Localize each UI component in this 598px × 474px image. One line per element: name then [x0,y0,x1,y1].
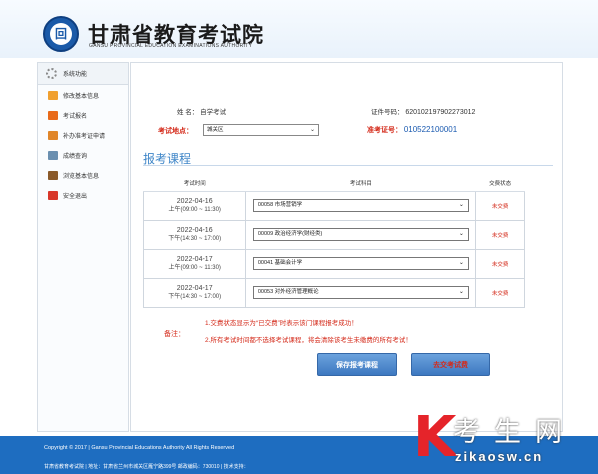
chevron-down-icon: ⌄ [458,202,464,208]
id-row: 证件号码： 620102197902273012 [371,106,475,116]
edit-icon [48,90,58,100]
id-label: 证件号码： [371,109,404,116]
subject-select[interactable]: 00009 政治经济学(财经类) ⌄ [252,228,469,241]
watermark-text: 考生网 [453,417,576,448]
sidebar-item-edit-info[interactable]: 修改基本信息 [38,85,128,105]
subject-select[interactable]: 00053 对外经济管理概论 ⌄ [252,286,469,299]
payment-status: 未交费 [475,248,525,279]
info-icon [48,170,58,180]
main-panel: 姓 名： 自学考试 证件号码： 620102197902273012 考试地点：… [130,62,563,432]
sidebar-heading: 系统功能 [38,63,128,85]
sidebar-item-reissue-card[interactable]: 补办准考证申请 [38,125,128,145]
ticket-value: 010522100001 [403,125,458,134]
table-header-row: 考试时间 考试科目 交费状态 [143,175,525,192]
watermark-logo: K 考生网 zikaosw.cn [413,408,598,474]
notes-label: 备注： [164,331,185,338]
column-header: 交费状态 [475,175,525,192]
exam-time: 2022-04-16 上午(09:00 ~ 11:30) [142,190,247,221]
pay-fee-button[interactable]: 去交考试费 [411,353,490,376]
table-row: 2022-04-17 上午(09:00 ~ 11:30) 00041 基础会计学… [142,248,525,279]
section-divider [143,165,553,166]
id-value: 620102197902273012 [405,109,476,116]
site-subtitle: GANSU PROVINCIAL EDUCATION EXAMINATIONS … [89,43,253,49]
sidebar-item-score[interactable]: 成绩查询 [38,145,128,165]
copyright-text: Copyright © 2017 | Gansu Provincial Educ… [44,445,235,451]
sidebar-item-logout[interactable]: 安全退出 [38,185,128,205]
note-line-2: 2.所有考试时间都不选择考试课程，将会清除该考生未缴费的所有考试！ [205,337,412,344]
ticket-label: 准考证号： [367,127,402,134]
watermark-k-icon: K [413,405,457,470]
site-header: 回 甘肃省教育考试院 GANSU PROVINCIAL EDUCATION EX… [0,0,598,58]
exam-table: 考试时间 考试科目 交费状态 2022-04-16 上午(09:00 ~ 11:… [142,175,525,308]
footer-info: 甘肃省教育考试院 | 地址：甘肃省兰州市城关区雁宁路399号 邮政编码：7300… [44,464,249,470]
sidebar-item-browse-info[interactable]: 浏览基本信息 [38,165,128,185]
location-label: 考试地点： [158,128,193,135]
register-icon [48,110,58,120]
exit-icon [48,190,58,200]
name-value: 自学考试 [200,109,227,116]
subject-select[interactable]: 00041 基础会计学 ⌄ [252,257,469,270]
column-header: 考试时间 [143,175,246,192]
chevron-down-icon: ⌄ [458,260,464,266]
table-row: 2022-04-16 下午(14:30 ~ 17:00) 00009 政治经济学… [142,219,525,250]
payment-status: 未交费 [475,190,525,221]
score-icon [48,150,58,160]
column-header: 考试科目 [245,175,476,192]
location-select[interactable]: 城关区 ⌄ [203,124,319,136]
exam-authority-logo-icon: 回 [43,16,79,52]
table-row: 2022-04-16 上午(09:00 ~ 11:30) 00058 市场营销学… [142,190,525,221]
sidebar-menu: 系统功能 修改基本信息 考试报名 补办准考证申请 成绩查询 浏览基本信息 安全退… [37,62,129,432]
table-row: 2022-04-17 下午(14:30 ~ 17:00) 00053 对外经济管… [142,277,525,308]
exam-time: 2022-04-17 下午(14:30 ~ 17:00) [142,277,247,308]
card-icon [48,130,58,140]
save-courses-button[interactable]: 保存报考课程 [317,353,397,376]
name-label: 姓 名： [177,109,199,116]
exam-time: 2022-04-17 上午(09:00 ~ 11:30) [142,248,247,279]
sidebar-item-register[interactable]: 考试报名 [38,105,128,125]
chevron-down-icon: ⌄ [309,127,315,133]
note-line-1: 1.交费状态显示为“已交费”时表示该门课程报考成功！ [205,320,358,327]
chevron-down-icon: ⌄ [458,289,464,295]
name-row: 姓 名： 自学考试 [177,106,226,116]
ticket-row: 准考证号： 010522100001 [367,125,457,135]
subject-select[interactable]: 00058 市场营销学 ⌄ [252,199,469,212]
payment-status: 未交费 [475,219,525,250]
exam-time: 2022-04-16 下午(14:30 ~ 17:00) [142,219,247,250]
chevron-down-icon: ⌄ [458,231,464,237]
watermark-url: zikaosw.cn [455,449,544,464]
gear-icon [46,68,57,79]
payment-status: 未交费 [475,277,525,308]
